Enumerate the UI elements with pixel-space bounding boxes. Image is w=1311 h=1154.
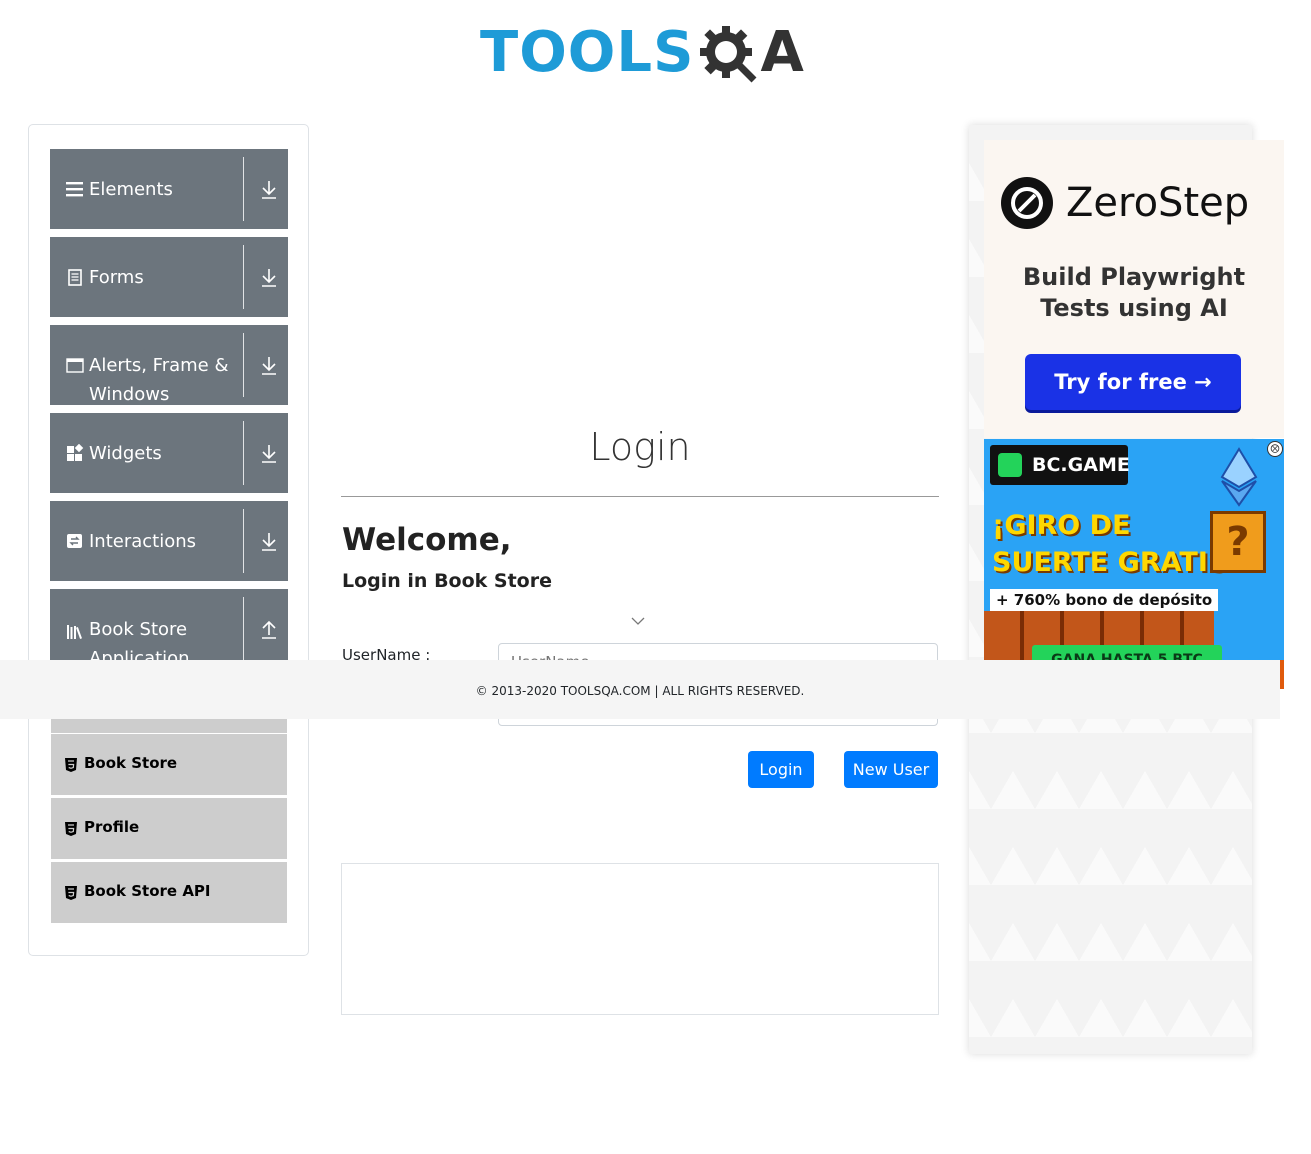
sidebar-item-book-store-api[interactable]: Book Store API bbox=[51, 861, 287, 923]
sidebar-item-profile[interactable]: Profile bbox=[51, 797, 287, 859]
zerostep-ad[interactable]: ZeroStep Build Playwright Tests using AI… bbox=[984, 140, 1284, 438]
upload-arrow-icon[interactable] bbox=[260, 620, 278, 640]
divider bbox=[243, 597, 244, 661]
header: TOOLS A bbox=[0, 0, 1311, 100]
footer: © 2013-2020 TOOLSQA.COM | ALL RIGHTS RES… bbox=[0, 660, 1280, 719]
logo-qa: A bbox=[698, 20, 804, 85]
sidebar-group-label: Alerts, Frame & Windows bbox=[89, 355, 229, 405]
sidebar-group-interactions[interactable]: Interactions bbox=[50, 501, 288, 581]
divider bbox=[243, 245, 244, 309]
chevron-down-icon bbox=[631, 617, 645, 625]
sidebar-group-forms[interactable]: Forms bbox=[50, 237, 288, 317]
logo-tools-text: TOOLS bbox=[480, 20, 695, 85]
divider bbox=[243, 509, 244, 573]
footer-copyright: © 2013-2020 TOOLSQA.COM | ALL RIGHTS RES… bbox=[475, 684, 805, 698]
divider bbox=[243, 333, 244, 397]
sidebar-group-label: Interactions bbox=[89, 531, 197, 552]
sidebar-group-elements[interactable]: Elements bbox=[50, 149, 288, 229]
main-content: Login Welcome, Login in Book Store UserN… bbox=[341, 120, 939, 1020]
title-divider bbox=[341, 496, 939, 497]
sidebar-group-label: Forms bbox=[89, 267, 144, 288]
sidebar-item-book-store[interactable]: Book Store bbox=[51, 733, 287, 795]
html5-icon bbox=[65, 886, 77, 900]
html5-icon bbox=[65, 822, 77, 836]
sidebar-group-label: Elements bbox=[89, 179, 173, 200]
ad-choices-icon[interactable]: ⨂ bbox=[1267, 441, 1283, 457]
toolsqa-logo[interactable]: TOOLS A bbox=[480, 14, 804, 92]
ad-edge bbox=[1280, 660, 1284, 689]
bcgame-headline-line1: ¡GIRO DE bbox=[992, 510, 1131, 541]
hamburger-icon bbox=[66, 182, 83, 197]
try-for-free-button[interactable]: Try for free → bbox=[1025, 354, 1241, 410]
bcgame-b-icon bbox=[998, 453, 1022, 477]
zerostep-tagline: Build Playwright Tests using AI bbox=[984, 262, 1284, 324]
divider bbox=[243, 421, 244, 485]
logo-a-text: A bbox=[760, 20, 804, 85]
sidebar-item-label: Profile bbox=[84, 818, 140, 836]
zerostep-logo-icon bbox=[1001, 177, 1053, 229]
bcgame-brand: BC.GAME bbox=[1032, 454, 1130, 476]
sidebar-item-label: Book Store bbox=[84, 754, 178, 772]
download-arrow-icon[interactable] bbox=[260, 180, 278, 200]
divider bbox=[243, 157, 244, 221]
bcgame-ad[interactable]: BC.GAME ⨂ ¡GIRO DE SUERTE GRATIS! ? + 76… bbox=[984, 439, 1284, 689]
ethereum-icon bbox=[1220, 447, 1258, 507]
widgets-icon bbox=[67, 444, 84, 461]
sidebar-group-alerts-frame-windows[interactable]: Alerts, Frame & Windows bbox=[50, 325, 288, 405]
bcgame-logo: BC.GAME bbox=[990, 445, 1130, 485]
zerostep-tagline-line2: Tests using AI bbox=[1040, 294, 1228, 322]
download-arrow-icon[interactable] bbox=[260, 444, 278, 464]
books-icon bbox=[67, 625, 82, 639]
download-arrow-icon[interactable] bbox=[260, 268, 278, 288]
interactions-icon bbox=[67, 534, 82, 548]
window-icon bbox=[66, 358, 84, 373]
zerostep-tagline-line1: Build Playwright bbox=[1022, 263, 1246, 291]
bcgame-headline: ¡GIRO DE SUERTE GRATIS! bbox=[992, 507, 1240, 581]
gear-magnifier-icon bbox=[700, 26, 757, 83]
page-title: Login bbox=[589, 425, 691, 469]
login-button[interactable]: Login bbox=[748, 751, 814, 788]
bcgame-bono: + 760% bono de depósito bbox=[990, 589, 1219, 611]
form-icon bbox=[68, 269, 82, 286]
welcome-heading: Welcome, bbox=[342, 522, 512, 558]
new-user-button[interactable]: New User bbox=[844, 751, 938, 788]
sidebar-item-label: Book Store API bbox=[84, 882, 211, 900]
sidebar-group-label: Widgets bbox=[89, 443, 162, 464]
question-block: ? bbox=[1210, 511, 1266, 573]
sidebar-group-widgets[interactable]: Widgets bbox=[50, 413, 288, 493]
login-subtitle: Login in Book Store bbox=[342, 570, 552, 592]
download-arrow-icon[interactable] bbox=[260, 356, 278, 376]
sidebar-group-book-store-application[interactable]: Book Store Application bbox=[50, 589, 288, 669]
output-box bbox=[341, 863, 939, 1015]
sidebar-panel: Elements Forms Alerts, Frame & Windows W… bbox=[28, 124, 309, 956]
zerostep-brand: ZeroStep bbox=[1066, 180, 1250, 226]
html5-icon bbox=[65, 758, 77, 772]
download-arrow-icon[interactable] bbox=[260, 532, 278, 552]
bcgame-headline-line2: SUERTE GRATIS! bbox=[992, 547, 1240, 578]
